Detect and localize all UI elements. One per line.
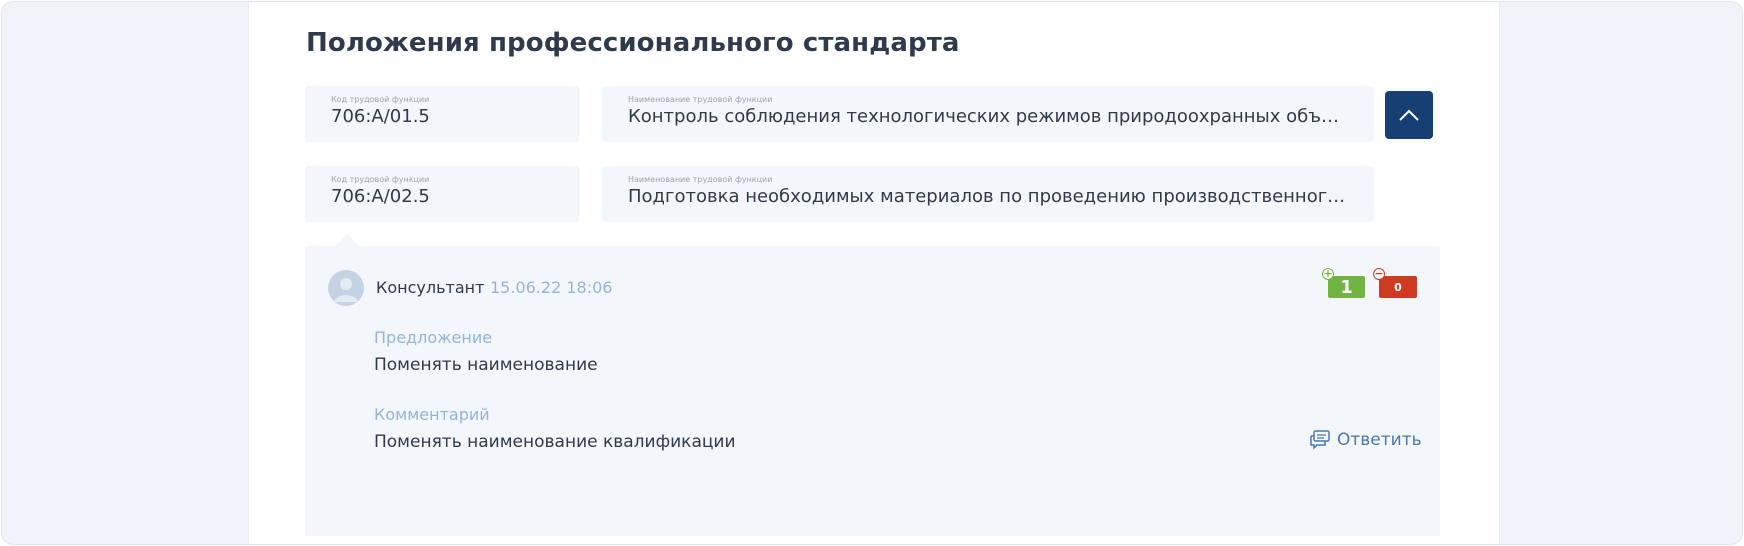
- user-avatar-icon: [334, 278, 358, 302]
- function-code-field-2: Код трудовой функции 706:A/02.5: [305, 166, 579, 222]
- comment-text: Поменять наименование квалификации: [374, 432, 736, 452]
- proposal-label: Предложение: [374, 328, 493, 347]
- function-code-field-1: Код трудовой функции 706:A/01.5: [305, 86, 579, 142]
- chevron-up-icon: [1399, 109, 1419, 121]
- function-code-value: 706:A/01.5: [331, 106, 430, 127]
- function-code-label: Код трудовой функции: [331, 175, 430, 184]
- reply-label: Ответить: [1337, 430, 1422, 450]
- avatar: [328, 270, 364, 306]
- comment-author: Консультант: [376, 278, 485, 297]
- comment-datetime: 15.06.22 18:06: [490, 278, 613, 297]
- function-code-label: Код трудовой функции: [331, 95, 430, 104]
- function-name-label: Наименование трудовой функции: [628, 95, 773, 104]
- function-name-label: Наименование трудовой функции: [628, 175, 773, 184]
- chat-bubbles-icon: [1310, 430, 1330, 450]
- reply-button[interactable]: Ответить: [1309, 430, 1422, 450]
- proposal-text: Поменять наименование: [374, 355, 598, 375]
- upvote-button[interactable]: + 1: [1322, 268, 1365, 298]
- section-title: Положения профессионального стандарта: [306, 28, 960, 58]
- function-name-value: Контроль соблюдения технологических режи…: [628, 106, 1374, 127]
- collapse-button[interactable]: [1385, 91, 1433, 139]
- minus-icon: −: [1373, 267, 1385, 280]
- downvote-count: 0: [1394, 280, 1402, 294]
- plus-icon: +: [1322, 267, 1334, 280]
- function-name-value: Подготовка необходимых материалов по про…: [628, 186, 1374, 207]
- function-code-value: 706:A/02.5: [331, 186, 430, 207]
- downvote-button[interactable]: − 0: [1373, 268, 1417, 298]
- comment-pointer: [335, 234, 359, 246]
- upvote-count: 1: [1340, 276, 1353, 298]
- comment-label: Комментарий: [374, 405, 490, 424]
- function-name-field-1: Наименование трудовой функции Контроль с…: [602, 86, 1374, 142]
- function-name-field-2: Наименование трудовой функции Подготовка…: [602, 166, 1374, 222]
